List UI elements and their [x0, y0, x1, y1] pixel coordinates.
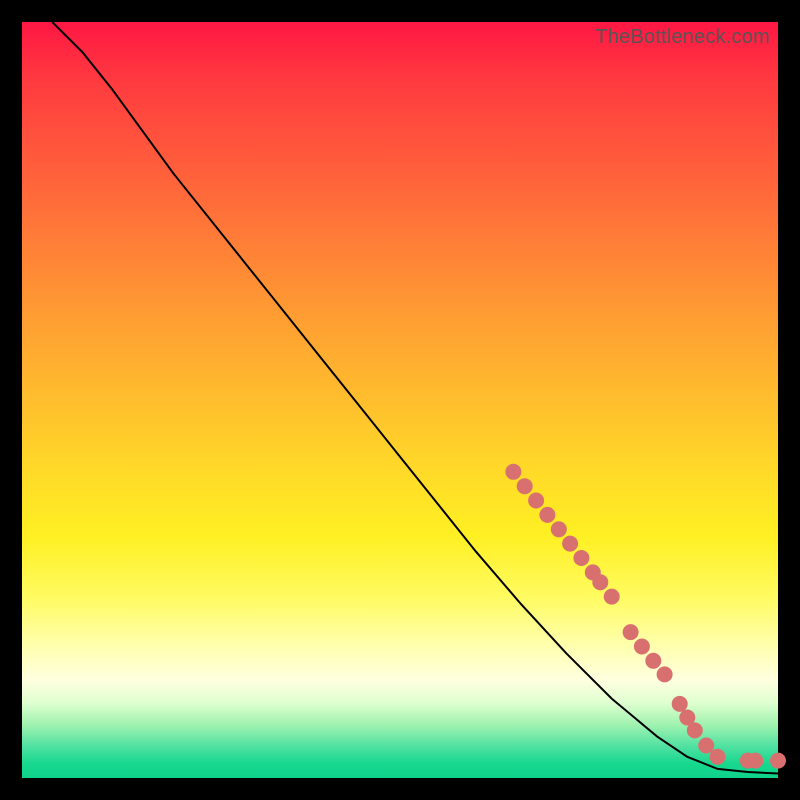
data-point	[562, 536, 578, 552]
data-point	[657, 666, 673, 682]
chart-plot-area: TheBottleneck.com	[22, 22, 778, 778]
data-point	[573, 550, 589, 566]
data-point	[687, 722, 703, 738]
data-point	[623, 624, 639, 640]
data-point	[634, 639, 650, 655]
data-point	[770, 753, 786, 769]
curve-line	[52, 22, 778, 774]
data-point	[551, 521, 567, 537]
data-point	[539, 507, 555, 523]
data-point	[698, 738, 714, 754]
data-point	[517, 478, 533, 494]
chart-frame: TheBottleneck.com	[0, 0, 800, 800]
data-point	[528, 493, 544, 509]
data-point	[592, 574, 608, 590]
data-point	[604, 589, 620, 605]
data-point	[672, 696, 688, 712]
data-point	[747, 753, 763, 769]
data-point	[505, 464, 521, 480]
data-point	[710, 749, 726, 765]
chart-svg	[22, 22, 778, 778]
data-point	[645, 653, 661, 669]
